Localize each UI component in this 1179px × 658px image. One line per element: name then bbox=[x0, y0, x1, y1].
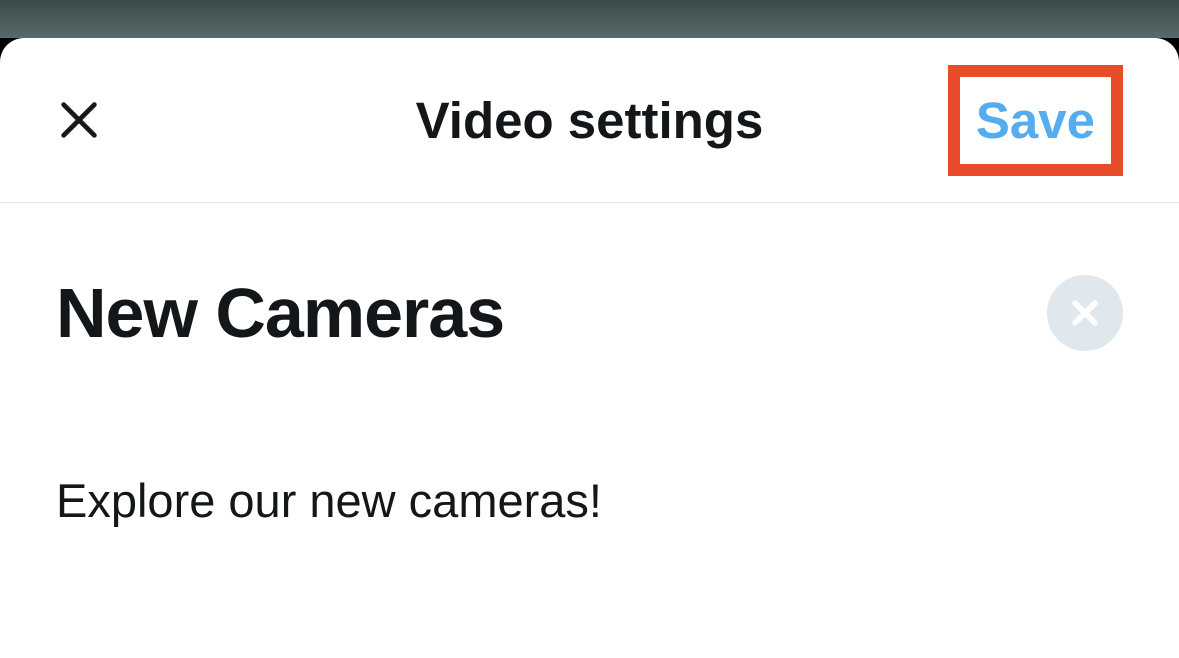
title-row bbox=[56, 273, 1123, 353]
close-icon bbox=[56, 97, 102, 143]
save-button[interactable]: Save bbox=[976, 95, 1095, 146]
modal-backdrop bbox=[0, 0, 1179, 38]
close-button[interactable] bbox=[56, 97, 102, 143]
sheet-header: Video settings Save bbox=[0, 38, 1179, 203]
video-description-input[interactable] bbox=[56, 473, 1123, 528]
sheet-title: Video settings bbox=[416, 91, 764, 150]
clear-title-button[interactable] bbox=[1047, 275, 1123, 351]
x-circle-icon bbox=[1068, 296, 1102, 330]
video-settings-sheet: Video settings Save bbox=[0, 38, 1179, 658]
save-highlight: Save bbox=[948, 65, 1123, 176]
sheet-content bbox=[0, 203, 1179, 528]
video-title-input[interactable] bbox=[56, 273, 910, 353]
